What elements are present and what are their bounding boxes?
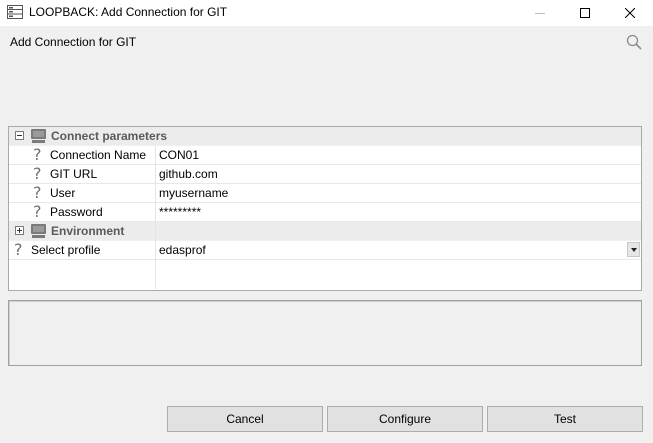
property-row-git-url[interactable]: ? GIT URL github.com <box>9 164 641 184</box>
question-icon: ? <box>33 145 42 164</box>
collapse-icon[interactable] <box>15 131 24 140</box>
window-title: LOOPBACK: Add Connection for GIT <box>29 5 228 19</box>
search-icon[interactable] <box>626 34 642 50</box>
group-environment[interactable]: Environment <box>9 222 641 241</box>
cancel-button[interactable]: Cancel <box>167 406 323 432</box>
group-label: Environment <box>51 224 125 238</box>
description-panel <box>8 300 642 366</box>
property-row-user[interactable]: ? User myusername <box>9 183 641 203</box>
property-row-password[interactable]: ? Password ********* <box>9 202 641 222</box>
question-icon: ? <box>33 164 42 183</box>
property-grid: Connect parameters ? Connection Name CON… <box>8 126 642 291</box>
property-label: Password <box>50 205 103 219</box>
server-icon <box>7 5 23 19</box>
maximize-button[interactable] <box>562 0 608 26</box>
minimize-icon <box>535 13 545 14</box>
question-icon: ? <box>33 202 42 221</box>
property-label: GIT URL <box>50 167 98 181</box>
select-profile-value[interactable]: edasprof <box>159 243 206 257</box>
password-value[interactable]: ********* <box>159 205 201 219</box>
user-value[interactable]: myusername <box>159 186 228 200</box>
computer-icon <box>31 224 46 238</box>
property-label: Connection Name <box>50 148 147 162</box>
group-label: Connect parameters <box>51 129 168 143</box>
configure-button[interactable]: Configure <box>327 406 483 432</box>
group-connect-parameters[interactable]: Connect parameters <box>9 127 641 146</box>
page-subtitle: Add Connection for GIT <box>10 35 137 49</box>
question-icon: ? <box>33 183 42 202</box>
property-label: User <box>50 186 76 200</box>
computer-icon <box>31 129 46 143</box>
close-icon <box>625 8 635 18</box>
property-row-connection-name[interactable]: ? Connection Name CON01 <box>9 145 641 165</box>
question-icon: ? <box>14 240 23 259</box>
chevron-down-icon <box>631 248 637 252</box>
expand-icon[interactable] <box>15 226 24 235</box>
profile-dropdown-button[interactable] <box>627 242 640 257</box>
close-button[interactable] <box>607 0 653 26</box>
property-row-select-profile[interactable]: ? Select profile edasprof <box>9 240 641 260</box>
minimize-button[interactable] <box>517 0 563 26</box>
connection-name-value[interactable]: CON01 <box>159 148 199 162</box>
git-url-value[interactable]: github.com <box>159 167 218 181</box>
title-bar: LOOPBACK: Add Connection for GIT <box>0 0 653 26</box>
maximize-icon <box>580 8 590 18</box>
column-divider <box>155 146 156 289</box>
test-button[interactable]: Test <box>487 406 643 432</box>
property-label: Select profile <box>31 243 101 257</box>
